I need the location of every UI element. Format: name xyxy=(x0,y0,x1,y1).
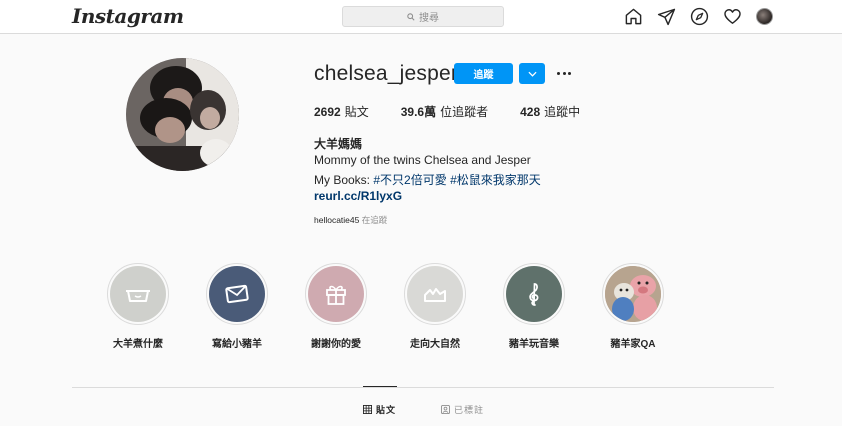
more-dot-icon xyxy=(568,71,572,75)
more-dot-icon xyxy=(562,71,566,75)
grid-icon xyxy=(363,405,372,414)
highlight-label: 豬羊玩音樂 xyxy=(509,339,559,350)
profile-picture[interactable] xyxy=(126,58,239,171)
highlight-item[interactable]: 寫給小豬羊 xyxy=(192,263,282,350)
top-nav-bar: Instagram 搜尋 xyxy=(0,0,842,34)
direct-icon[interactable] xyxy=(657,7,676,26)
active-tab-indicator xyxy=(363,386,397,387)
following-count[interactable]: 428 追蹤中 xyxy=(520,103,580,120)
highlight-item[interactable]: 謝謝你的愛 xyxy=(291,263,381,350)
profile-avatar[interactable] xyxy=(756,8,773,25)
tab-tagged[interactable]: 已標註 xyxy=(441,403,484,416)
highlight-item[interactable]: 豬羊家QA xyxy=(588,263,678,350)
followed-by-text[interactable]: hellocatie45 在追蹤 xyxy=(314,214,387,226)
plush-toys-photo xyxy=(605,266,661,322)
highlight-ring xyxy=(404,263,466,325)
search-input[interactable]: 搜尋 xyxy=(342,6,504,27)
following-count-label: 追蹤中 xyxy=(544,105,581,119)
posts-count-value: 2692 xyxy=(314,105,341,119)
explore-icon[interactable] xyxy=(690,7,709,26)
nav-icons xyxy=(624,7,773,26)
bio-books-line: My Books: #不只2倍可愛 #松鼠來我家那天 xyxy=(314,171,541,188)
highlight-cover xyxy=(407,266,463,322)
following-count-value: 428 xyxy=(520,105,541,119)
highlight-cover xyxy=(209,266,265,322)
highlight-label: 大羊煮什麼 xyxy=(113,339,163,350)
highlight-ring xyxy=(107,263,169,325)
followers-count-label: 位追蹤者 xyxy=(440,105,489,119)
highlight-label: 謝謝你的愛 xyxy=(311,339,361,350)
highlight-ring xyxy=(602,263,664,325)
tabs-divider xyxy=(72,387,774,388)
treble-clef-icon xyxy=(529,283,539,306)
posts-count: 2692 貼文 xyxy=(314,103,369,120)
follow-button[interactable]: 追蹤 xyxy=(454,63,513,84)
suggested-dropdown-button[interactable] xyxy=(519,63,545,84)
chevron-down-icon xyxy=(527,71,537,77)
home-icon[interactable] xyxy=(624,7,643,26)
posts-count-label: 貼文 xyxy=(344,105,369,119)
profile-username: chelsea_jesper xyxy=(314,62,459,85)
highlight-cover xyxy=(506,266,562,322)
highlight-item[interactable]: 大羊煮什麼 xyxy=(93,263,183,350)
tagged-icon xyxy=(441,405,450,414)
followed-by-suffix: 在追蹤 xyxy=(359,215,388,225)
bio-books-prefix: My Books: xyxy=(314,173,374,187)
hashtag-link[interactable]: #松鼠來我家那天 xyxy=(450,173,541,187)
tab-tagged-label: 已標註 xyxy=(454,405,485,415)
followed-by-username: hellocatie45 xyxy=(314,215,360,225)
followers-count[interactable]: 39.6萬 位追蹤者 xyxy=(401,103,488,120)
search-icon xyxy=(407,12,415,21)
gift-icon xyxy=(326,285,346,305)
instagram-logo[interactable]: Instagram xyxy=(72,4,184,28)
highlight-ring xyxy=(503,263,565,325)
activity-heart-icon[interactable] xyxy=(723,7,742,26)
mountain-icon xyxy=(424,288,446,302)
more-dot-icon xyxy=(556,71,560,75)
highlight-label: 寫給小豬羊 xyxy=(212,339,262,350)
more-options-button[interactable] xyxy=(555,66,573,80)
highlight-label: 豬羊家QA xyxy=(610,339,656,350)
bio-website-link[interactable]: reurl.cc/R1lyxG xyxy=(314,189,402,203)
hashtag-link[interactable]: #不只2倍可愛 xyxy=(373,173,446,187)
tab-posts[interactable]: 貼文 xyxy=(363,403,396,416)
profile-full-name: 大羊媽媽 xyxy=(314,137,363,151)
bio-line: Mommy of the twins Chelsea and Jesper xyxy=(314,153,531,167)
profile-stats: 2692 貼文 39.6萬 位追蹤者 428 追蹤中 xyxy=(314,103,612,120)
search-placeholder: 搜尋 xyxy=(419,13,439,24)
envelope-icon xyxy=(225,284,249,304)
tab-posts-label: 貼文 xyxy=(376,405,397,415)
pot-icon xyxy=(126,290,150,302)
highlight-cover xyxy=(308,266,364,322)
highlight-item[interactable]: 走向大自然 xyxy=(390,263,480,350)
highlight-cover xyxy=(110,266,166,322)
highlight-ring xyxy=(206,263,268,325)
highlight-ring xyxy=(305,263,367,325)
highlight-cover xyxy=(605,266,661,322)
highlight-item[interactable]: 豬羊玩音樂 xyxy=(489,263,579,350)
followers-count-value: 39.6萬 xyxy=(400,105,437,119)
highlight-label: 走向大自然 xyxy=(410,339,460,350)
